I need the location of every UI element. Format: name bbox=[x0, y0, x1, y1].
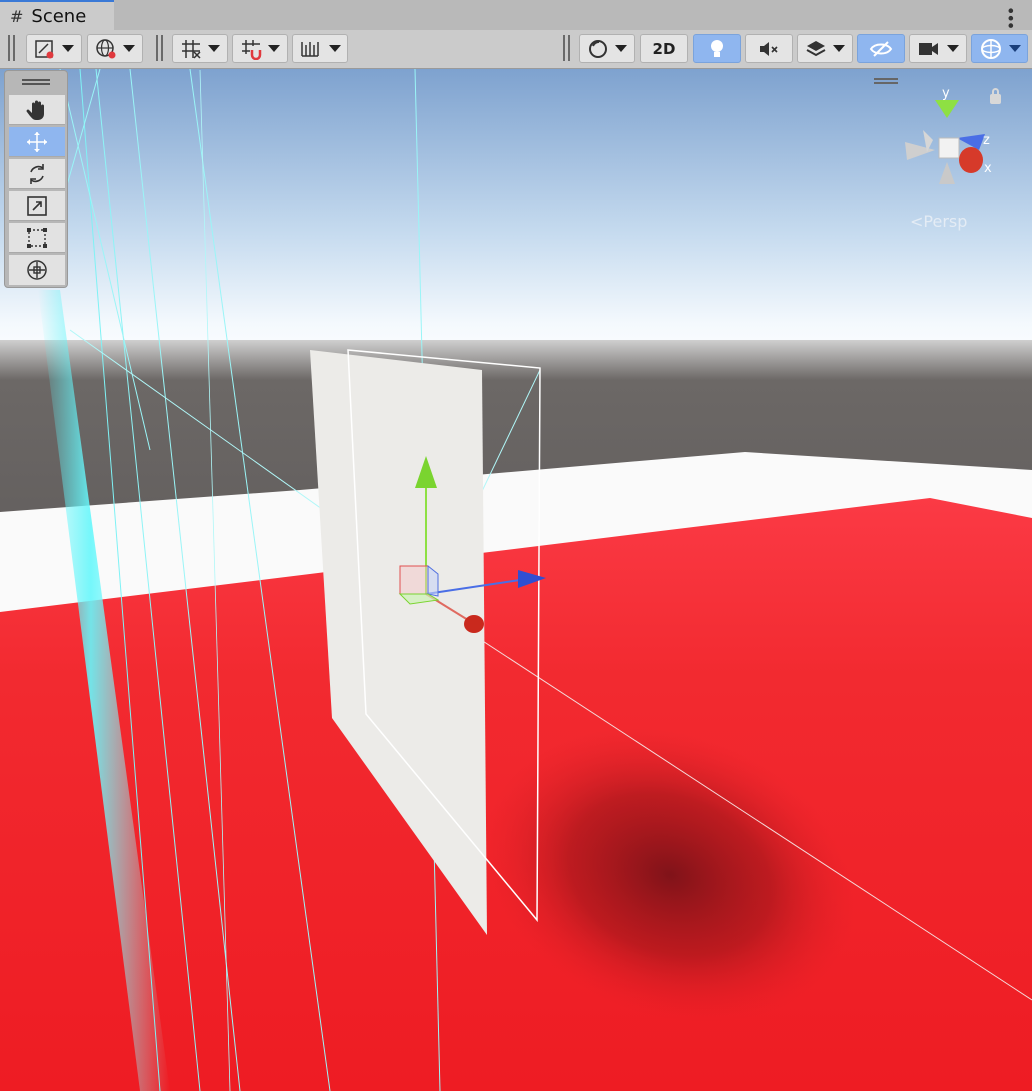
chevron-down-icon bbox=[615, 45, 627, 52]
scene-viewport[interactable] bbox=[0, 69, 1032, 1091]
gizmo-label-z: z bbox=[983, 133, 990, 148]
sphere-icon bbox=[589, 39, 607, 58]
gizmo-label-x: x bbox=[984, 161, 992, 176]
hand-tool[interactable] bbox=[9, 95, 65, 125]
gizmo-x-cone[interactable] bbox=[959, 147, 983, 173]
eye-crossed-icon bbox=[869, 40, 893, 57]
tab-bar: # Scene ••• bbox=[0, 0, 1032, 31]
draw-mode-icon bbox=[35, 39, 54, 58]
move-tool[interactable] bbox=[9, 127, 65, 157]
camera-button[interactable] bbox=[909, 34, 967, 63]
effects-button[interactable] bbox=[797, 34, 853, 63]
rect-icon bbox=[27, 227, 47, 248]
gizmo-y-cone[interactable] bbox=[935, 100, 959, 118]
mute-icon bbox=[760, 41, 778, 56]
scale-icon bbox=[27, 195, 47, 216]
ruler-icon bbox=[301, 41, 319, 57]
scene-toolbar: 2D bbox=[0, 30, 1032, 69]
draw-mode-button[interactable] bbox=[26, 34, 82, 63]
rotate-tool[interactable] bbox=[9, 159, 65, 189]
scene-hash-icon: # bbox=[10, 6, 24, 26]
globe-icon bbox=[96, 38, 116, 58]
kebab-menu-icon[interactable]: ••• bbox=[1001, 6, 1020, 28]
chevron-down-icon bbox=[947, 45, 959, 52]
lightbulb-icon bbox=[711, 39, 723, 57]
scale-tool[interactable] bbox=[9, 191, 65, 221]
toolbar-grip[interactable] bbox=[563, 35, 570, 61]
tab-scene[interactable]: # Scene bbox=[0, 0, 114, 30]
magnet-grid-icon bbox=[242, 39, 262, 60]
scene-render[interactable] bbox=[0, 69, 1032, 1091]
global-toggle-button[interactable] bbox=[87, 34, 143, 63]
orientation-gizmo[interactable]: y z x bbox=[895, 80, 1005, 230]
projection-text: Persp bbox=[923, 212, 968, 231]
tools-overlay bbox=[4, 70, 68, 288]
layers-icon bbox=[806, 40, 826, 56]
2d-button[interactable]: 2D bbox=[640, 34, 688, 63]
projection-label[interactable]: <Persp bbox=[910, 212, 967, 231]
hidden-toggle-button[interactable] bbox=[857, 34, 905, 63]
gizmo-icon bbox=[980, 38, 1001, 59]
snap-button[interactable] bbox=[232, 34, 288, 63]
chevron-down-icon bbox=[833, 45, 845, 52]
rotate-icon bbox=[30, 163, 44, 184]
chevron-down-icon bbox=[62, 45, 74, 52]
move-icon bbox=[27, 131, 47, 152]
shading-mode-button[interactable] bbox=[579, 34, 635, 63]
rect-tool[interactable] bbox=[9, 223, 65, 253]
gizmos-button[interactable] bbox=[971, 34, 1028, 63]
tools-overlay-handle[interactable] bbox=[22, 79, 50, 85]
gizmo-label-y: y bbox=[942, 86, 950, 101]
chevron-down-icon bbox=[208, 45, 220, 52]
increment-snap-button[interactable] bbox=[292, 34, 348, 63]
gizmo-neg-y-cone[interactable] bbox=[939, 162, 955, 184]
sky bbox=[0, 69, 1032, 369]
chevron-down-icon bbox=[268, 45, 280, 52]
toolbar-grip[interactable] bbox=[156, 35, 163, 61]
toolbar-grip[interactable] bbox=[8, 35, 15, 61]
grid-icon bbox=[182, 39, 201, 59]
chevron-down-icon bbox=[1008, 45, 1021, 52]
chevron-down-icon bbox=[123, 45, 135, 52]
grid-snap-button[interactable] bbox=[172, 34, 228, 63]
transform-tool[interactable] bbox=[9, 255, 65, 285]
tab-scene-label: Scene bbox=[31, 5, 87, 27]
chevron-down-icon bbox=[329, 45, 341, 52]
lighting-button[interactable] bbox=[693, 34, 741, 63]
hand-icon bbox=[26, 100, 44, 120]
gizmo-center-cube[interactable] bbox=[938, 137, 960, 159]
camera-icon bbox=[919, 42, 938, 55]
transform-icon bbox=[27, 260, 47, 280]
audio-button[interactable] bbox=[745, 34, 793, 63]
